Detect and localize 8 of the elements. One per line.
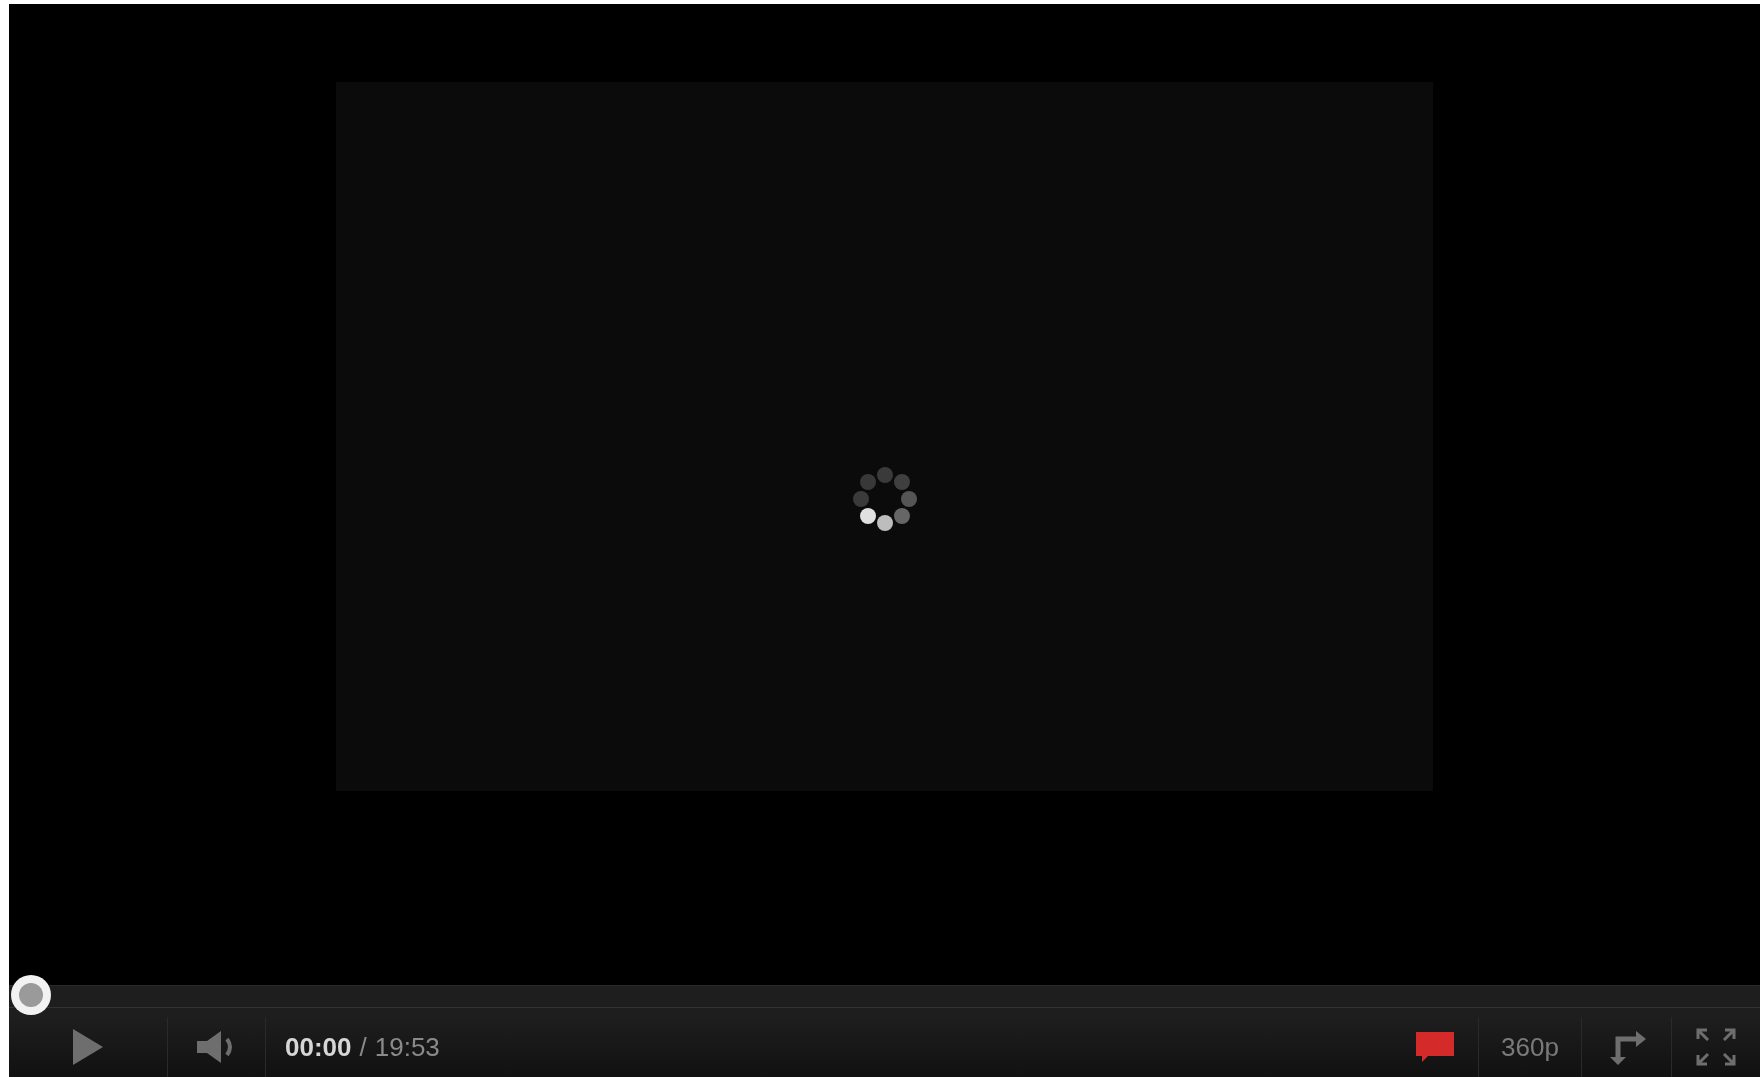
play-icon bbox=[71, 1027, 105, 1067]
current-time: 00:00 bbox=[285, 1030, 352, 1064]
duration-time: 19:53 bbox=[374, 1030, 440, 1064]
quality-button[interactable]: 360p bbox=[1479, 1017, 1582, 1077]
progress-thumb[interactable] bbox=[11, 975, 51, 1015]
time-separator: / bbox=[359, 1030, 367, 1064]
fullscreen-icon bbox=[1695, 1027, 1737, 1067]
speech-bubble-icon bbox=[1413, 1030, 1456, 1064]
